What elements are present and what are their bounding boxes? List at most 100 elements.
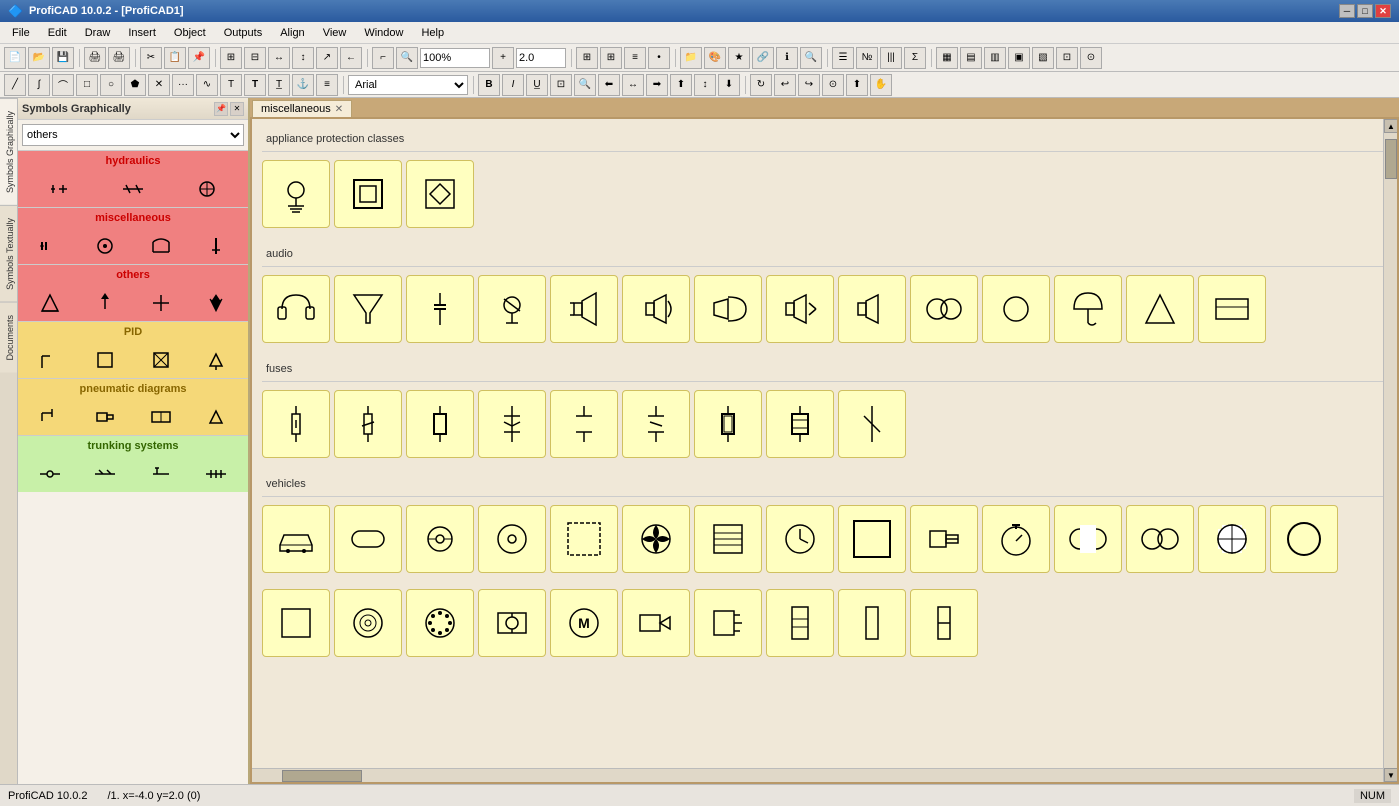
draw-undo[interactable]: ↩	[774, 74, 796, 96]
trunking-sym3[interactable]	[147, 460, 175, 488]
zoom-combo[interactable]: 100%	[420, 48, 490, 68]
menu-edit[interactable]: Edit	[40, 25, 75, 41]
sym-gear-rect-v[interactable]	[478, 589, 546, 657]
tb-nodes[interactable]: •	[648, 47, 670, 69]
draw-hand[interactable]: ✋	[870, 74, 892, 96]
sym-horn[interactable]	[694, 275, 762, 343]
sym-fuse8[interactable]	[766, 390, 834, 458]
sym-triangle-open[interactable]	[1126, 275, 1194, 343]
sym-fuse9[interactable]	[838, 390, 906, 458]
misc-sym1[interactable]	[36, 232, 64, 260]
draw-align-b[interactable]: ⬇	[718, 74, 740, 96]
open-button[interactable]: 📂	[28, 47, 50, 69]
copy-button[interactable]: 📋	[164, 47, 186, 69]
draw-pointer[interactable]: ⬆	[846, 74, 868, 96]
sym-fuse2[interactable]	[334, 390, 402, 458]
tb-info[interactable]: ℹ	[776, 47, 798, 69]
sym-clock-v[interactable]	[766, 505, 834, 573]
pid-sym3[interactable]	[147, 346, 175, 374]
print-preview[interactable]: 🖨	[84, 47, 106, 69]
menu-view[interactable]: View	[315, 25, 355, 41]
draw-wave[interactable]: ∿	[196, 74, 218, 96]
tb-wires[interactable]: ≡	[624, 47, 646, 69]
draw-curve[interactable]: ∫	[28, 74, 50, 96]
sym-stopwatch-v[interactable]	[982, 505, 1050, 573]
sym-earth[interactable]	[262, 160, 330, 228]
tb-link[interactable]: 🔗	[752, 47, 774, 69]
menu-help[interactable]: Help	[413, 25, 452, 41]
sym-funnel[interactable]	[334, 275, 402, 343]
sym-circle-M-v[interactable]: M	[550, 589, 618, 657]
menu-file[interactable]: File	[4, 25, 38, 41]
hydraulics-sym1[interactable]	[45, 175, 73, 203]
sym-arrow-rect-v[interactable]	[622, 589, 690, 657]
draw-align-r[interactable]: ➡	[646, 74, 668, 96]
sym-rect-narrow-b-v[interactable]	[910, 589, 978, 657]
tb-row3[interactable]: ▥	[984, 47, 1006, 69]
sym-dashed-rect-v[interactable]	[550, 505, 618, 573]
tb-row4[interactable]: ▣	[1008, 47, 1030, 69]
horizontal-scrollbar[interactable]	[252, 768, 1383, 782]
draw-textbold[interactable]: T	[244, 74, 266, 96]
sym-small-rect-v[interactable]	[262, 589, 330, 657]
sym-rect-tall-v[interactable]	[766, 589, 834, 657]
new-button[interactable]: 📄	[4, 47, 26, 69]
pid-sym4[interactable]	[202, 346, 230, 374]
tb-corner[interactable]: ⌐	[372, 47, 394, 69]
pneumatic-sym1[interactable]	[36, 403, 64, 431]
draw-align-l[interactable]: ⬅	[598, 74, 620, 96]
zoom-value[interactable]: 2.0	[516, 48, 566, 68]
cat-header-hydraulics[interactable]: hydraulics	[18, 151, 248, 171]
minimize-button[interactable]: ─	[1339, 4, 1355, 18]
draw-rotate[interactable]: ↻	[750, 74, 772, 96]
sym-umbrella[interactable]	[1054, 275, 1122, 343]
tb-icon2[interactable]: ⊟	[244, 47, 266, 69]
trunking-sym2[interactable]	[91, 460, 119, 488]
draw-arc[interactable]: ⌒	[52, 74, 74, 96]
sym-rect-port-v[interactable]	[694, 589, 762, 657]
sym-circle-dot-v[interactable]	[406, 505, 474, 573]
tb-row6[interactable]: ⊡	[1056, 47, 1078, 69]
cat-header-trunking[interactable]: trunking systems	[18, 436, 248, 456]
menu-outputs[interactable]: Outputs	[216, 25, 271, 41]
sym-fuse1[interactable]	[262, 390, 330, 458]
misc-sym4[interactable]	[202, 232, 230, 260]
sym-fuse3[interactable]	[406, 390, 474, 458]
restore-button[interactable]: □	[1357, 4, 1373, 18]
draw-anchor[interactable]: ⚓	[292, 74, 314, 96]
tb-table[interactable]: ⊞	[600, 47, 622, 69]
save-button[interactable]: 💾	[52, 47, 74, 69]
scroll-thumb-h[interactable]	[282, 770, 362, 782]
tb-col[interactable]: |||	[880, 47, 902, 69]
tb-palette[interactable]: 🎨	[704, 47, 726, 69]
draw-italic[interactable]: I	[502, 74, 524, 96]
tb-star[interactable]: ★	[728, 47, 750, 69]
sym-fuse4[interactable]	[478, 390, 546, 458]
sym-piston-v[interactable]	[910, 505, 978, 573]
others-sym2[interactable]	[91, 289, 119, 317]
doc-tab-misc[interactable]: miscellaneous ✕	[252, 100, 352, 117]
panel-pin-button[interactable]: 📌	[214, 102, 228, 116]
doc-tab-close[interactable]: ✕	[335, 104, 343, 115]
category-dropdown[interactable]: others	[22, 124, 244, 146]
font-combo[interactable]: Arial	[348, 75, 468, 95]
pid-sym1[interactable]	[36, 346, 64, 374]
tb-zoom-fit[interactable]: 🔍	[396, 47, 418, 69]
tb-list[interactable]: ☰	[832, 47, 854, 69]
others-sym1[interactable]	[36, 289, 64, 317]
draw-ellipse[interactable]: ○	[100, 74, 122, 96]
tab-symbols-graphically[interactable]: Symbols Graphically	[0, 98, 17, 205]
sym-two-circles-b-v[interactable]	[1126, 505, 1194, 573]
hydraulics-sym2[interactable]	[119, 175, 147, 203]
draw-textline[interactable]: T̲	[268, 74, 290, 96]
tb-row2[interactable]: ▤	[960, 47, 982, 69]
sym-capacitor-audio[interactable]	[406, 275, 474, 343]
sym-car[interactable]	[262, 505, 330, 573]
menu-object[interactable]: Object	[166, 25, 214, 41]
tb-row1[interactable]: ▦	[936, 47, 958, 69]
sym-circle-open[interactable]	[982, 275, 1050, 343]
tb-icon3[interactable]: ↔	[268, 47, 290, 69]
draw-line[interactable]: ╱	[4, 74, 26, 96]
panel-close-button[interactable]: ✕	[230, 102, 244, 116]
sym-fuse7[interactable]	[694, 390, 762, 458]
